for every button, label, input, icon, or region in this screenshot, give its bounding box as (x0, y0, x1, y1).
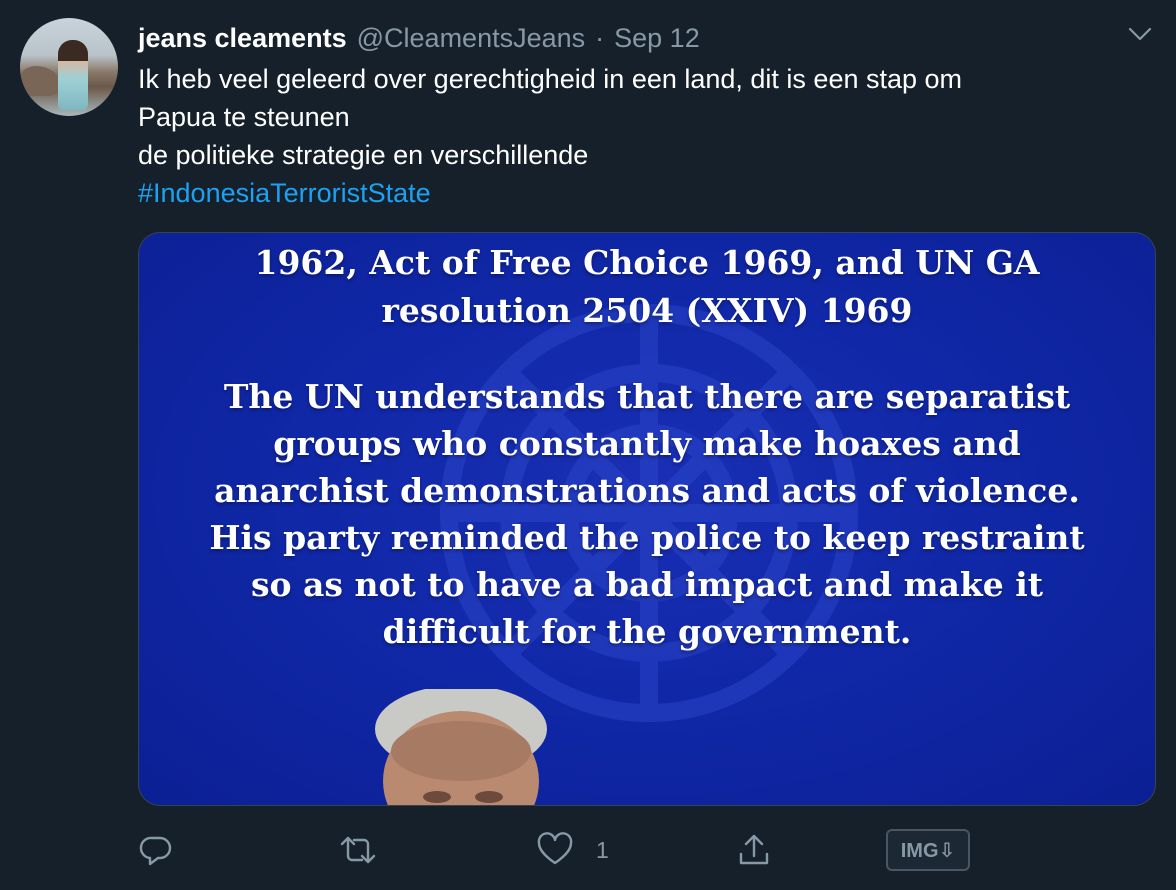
retweet-icon (340, 836, 376, 864)
caption-body-line: so as not to have a bad impact and make … (250, 565, 1044, 604)
media-caption-title: 1962, Act of Free Choice 1969, and UN GA… (139, 239, 1155, 335)
header-separator: · (595, 22, 605, 53)
hashtag-link[interactable]: #IndonesiaTerroristState (138, 174, 1138, 212)
tweet-media-image[interactable]: 1962, Act of Free Choice 1969, and UN GA… (138, 232, 1156, 806)
caption-title-line: 1962, Act of Free Choice 1969, and UN GA (254, 243, 1040, 282)
like-count: 1 (596, 836, 609, 863)
tweet-date[interactable]: Sep 12 (614, 23, 700, 54)
author-handle[interactable]: @CleamentsJeans (357, 23, 586, 54)
avatar[interactable] (20, 18, 118, 116)
caption-body-line: groups who constantly make hoaxes and (273, 424, 1021, 463)
share-icon (739, 834, 769, 865)
media-caption-body: The UN understands that there are separa… (139, 373, 1155, 655)
caption-body-line: difficult for the government. (382, 612, 912, 651)
caption-title-line: resolution 2504 (XXIV) 1969 (381, 291, 913, 330)
tweet-text-line: de politieke strategie en verschillende (138, 140, 589, 170)
caption-body-line: His party reminded the police to keep re… (209, 518, 1085, 557)
share-button[interactable] (736, 826, 772, 874)
reply-icon (139, 836, 172, 866)
caption-body-line: anarchist demonstrations and acts of vio… (214, 471, 1080, 510)
chevron-down-icon[interactable] (1126, 22, 1154, 46)
avatar-rock (20, 66, 60, 96)
tweet-text: Ik heb veel geleerd over gerechtigheid i… (138, 60, 1138, 212)
portrait-photo (375, 689, 547, 805)
caption-body-line: The UN understands that there are separa… (223, 377, 1071, 416)
tweet-actions: 1 IMG⇩ (138, 826, 1154, 874)
image-download-button[interactable]: IMG⇩ (886, 829, 970, 871)
tweet-text-line: Papua te steunen (138, 102, 350, 132)
avatar-person (58, 40, 88, 110)
tweet-header: jeans cleaments @CleamentsJeans · Sep 12 (138, 20, 700, 56)
tweet[interactable]: jeans cleaments @CleamentsJeans · Sep 12… (0, 0, 1176, 890)
retweet-button[interactable] (336, 826, 380, 874)
heart-icon (537, 832, 573, 865)
tweet-text-line: Ik heb veel geleerd over gerechtigheid i… (138, 64, 963, 94)
like-button[interactable]: 1 (536, 826, 609, 874)
author-name[interactable]: jeans cleaments (138, 23, 347, 54)
reply-button[interactable] (138, 826, 174, 874)
